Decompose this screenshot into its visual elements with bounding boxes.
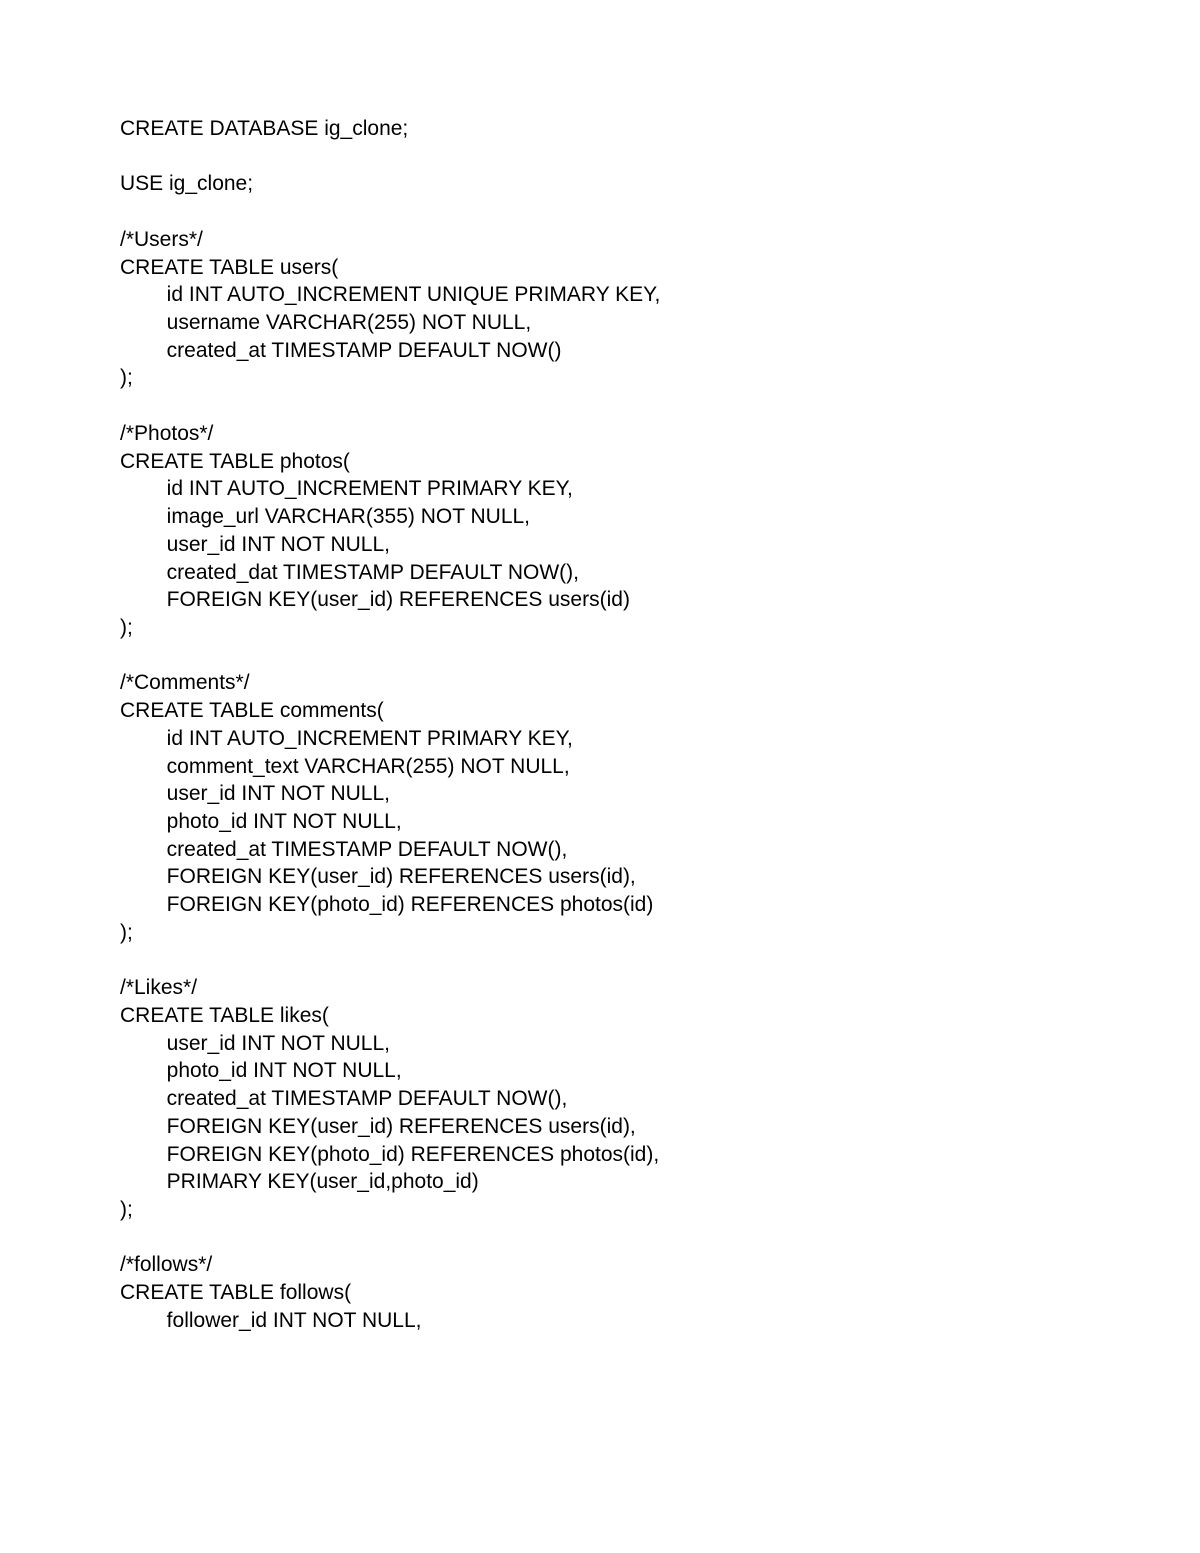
- document-page: CREATE DATABASE ig_clone; USE ig_clone; …: [0, 0, 1200, 1553]
- sql-code-block: CREATE DATABASE ig_clone; USE ig_clone; …: [120, 117, 660, 1332]
